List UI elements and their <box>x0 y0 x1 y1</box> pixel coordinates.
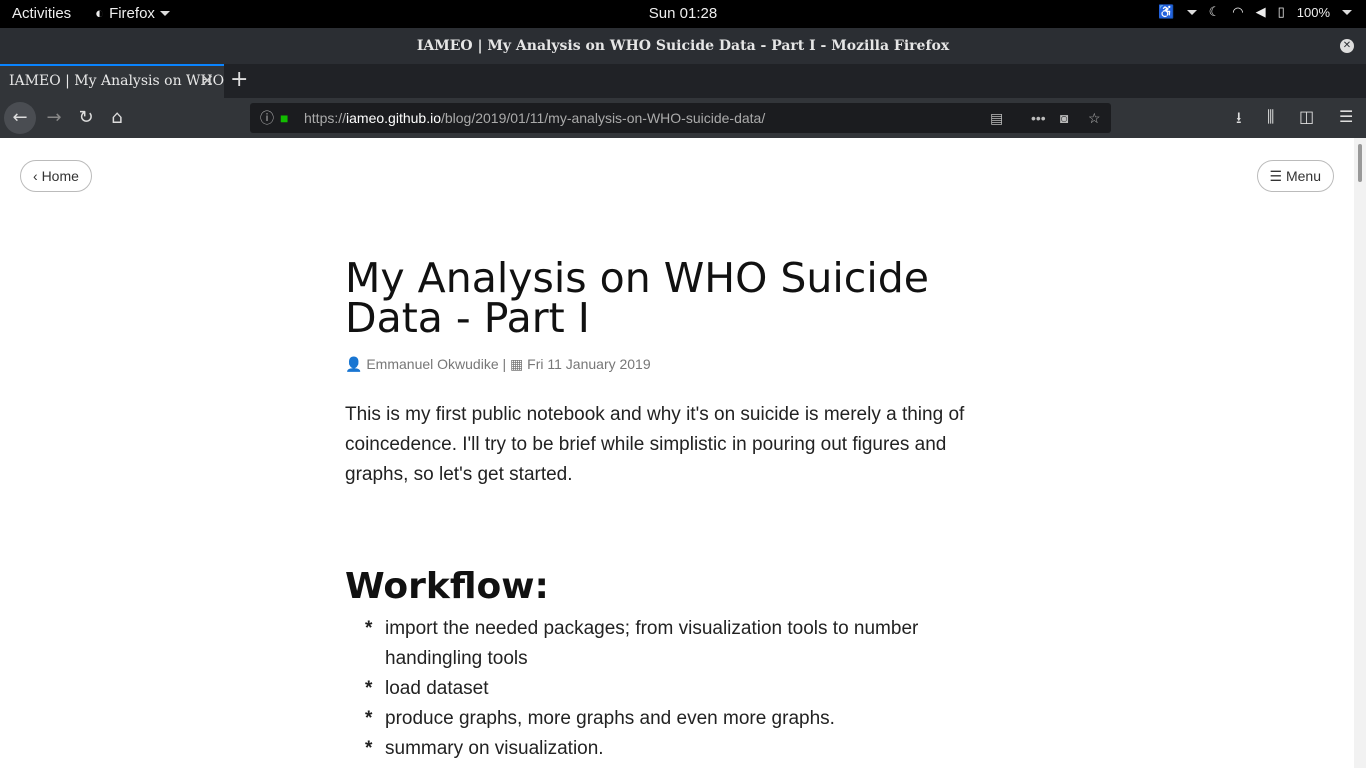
post-date: Fri 11 January 2019 <box>527 356 651 372</box>
page-title: My Analysis on WHO Suicide Data - Part I <box>345 254 929 342</box>
list-item: * load dataset <box>345 674 985 704</box>
back-button[interactable]: ← <box>4 102 36 134</box>
list-item-text: import the needed packages; from visuali… <box>385 618 919 669</box>
menu-icon: ☰ <box>1269 168 1283 184</box>
tab-label: IAMEO | My Analysis on WHO Suicide Data … <box>9 73 224 89</box>
wifi-icon: ◠ <box>1232 4 1244 19</box>
new-tab-button[interactable]: + <box>230 67 248 92</box>
list-item-text: load dataset <box>385 678 489 699</box>
volume-icon: ◀ <box>1255 4 1266 19</box>
night-light-icon: ☾ <box>1208 4 1221 19</box>
menu-label: Menu <box>1285 168 1321 184</box>
page-actions-icon[interactable]: ••• <box>1031 103 1046 133</box>
close-window-icon[interactable]: ✕ <box>1340 39 1354 53</box>
list-item: * produce graphs, more graphs and even mo… <box>345 704 985 734</box>
list-item: * import the needed packages; from visual… <box>345 614 985 674</box>
home-button[interactable]: ⌂ <box>103 104 131 132</box>
reader-view-icon[interactable]: ▤ <box>990 103 1003 133</box>
home-label: Home <box>41 168 79 184</box>
list-item-text: produce graphs, more graphs and even mor… <box>385 708 835 729</box>
tab-bar: IAMEO | My Analysis on WHO Suicide Data … <box>0 64 1366 98</box>
reload-button[interactable]: ↻ <box>72 104 100 132</box>
navigation-toolbar: ← → ↻ ⌂ ⓘ ■ https://iameo.github.io/blog… <box>0 98 1366 138</box>
menu-button[interactable]: ☰ Menu <box>1256 160 1334 192</box>
window-titlebar: IAMEO | My Analysis on WHO Suicide Data … <box>0 28 1366 64</box>
user-icon: 👤 <box>345 356 363 372</box>
bullet: * <box>365 618 373 639</box>
url-text[interactable]: https://iameo.github.io/blog/2019/01/11/… <box>304 103 765 133</box>
meta-divider: | <box>502 356 507 372</box>
list-item-text: summary on visualization. <box>385 738 604 759</box>
system-tray[interactable]: ♿ ☾ ◠ ◀ ▯ 100% <box>1158 4 1352 20</box>
forward-button[interactable]: → <box>40 104 68 132</box>
workflow-list: * import the needed packages; from visual… <box>345 614 985 764</box>
url-prefix: https:// <box>304 110 347 126</box>
tab-active[interactable]: IAMEO | My Analysis on WHO Suicide Data … <box>0 64 224 98</box>
bullet: * <box>365 708 373 729</box>
url-host: iameo.github.io <box>346 110 441 126</box>
sidebar-icon[interactable]: ◫ <box>1299 107 1314 126</box>
pocket-icon[interactable]: ◙ <box>1060 103 1068 133</box>
url-path: /blog/2019/01/11/my-analysis-on-WHO-suic… <box>440 110 766 126</box>
post-meta: 👤 Emmanuel Okwudike | ▦ Fri 11 January 2… <box>345 356 651 373</box>
page-scrollbar[interactable] <box>1354 138 1366 768</box>
calendar-icon: ▦ <box>510 356 524 372</box>
bookmark-star-icon[interactable]: ☆ <box>1088 103 1101 133</box>
page-content: ‹ Home ☰ Menu My Analysis on WHO Suicide… <box>0 138 1354 768</box>
system-top-bar: Activities ◐ Firefox Sun 01:28 ♿ ☾ ◠ ◀ ▯… <box>0 0 1366 28</box>
chevron-down-icon <box>1342 9 1352 15</box>
battery-level: 100% <box>1296 4 1330 20</box>
info-icon[interactable]: ⓘ <box>260 103 274 133</box>
close-tab-icon[interactable]: ✕ <box>201 66 214 96</box>
bullet: * <box>365 738 373 759</box>
accessibility-icon[interactable]: ♿ <box>1158 4 1174 20</box>
window-title: IAMEO | My Analysis on WHO Suicide Data … <box>416 38 950 54</box>
url-bar[interactable]: ⓘ ■ https://iameo.github.io/blog/2019/01… <box>250 103 1111 133</box>
hamburger-menu-icon[interactable]: ☰ <box>1339 107 1353 126</box>
clock[interactable]: Sun 01:28 <box>649 5 717 22</box>
home-button-pill[interactable]: ‹ Home <box>20 160 92 192</box>
scrollbar-thumb[interactable] <box>1358 144 1362 182</box>
author[interactable]: Emmanuel Okwudike <box>366 356 498 372</box>
section-heading: Workflow: <box>345 566 549 607</box>
battery-icon: ▯ <box>1277 4 1285 19</box>
intro-paragraph: This is my first public notebook and why… <box>345 404 965 485</box>
lock-icon[interactable]: ■ <box>280 103 288 133</box>
chevron-left-icon: ‹ <box>33 168 38 184</box>
downloads-icon[interactable]: ⭳ <box>1236 107 1242 134</box>
chevron-down-icon <box>1186 9 1197 15</box>
library-icon[interactable]: ⫼ <box>1267 107 1274 127</box>
bullet: * <box>365 678 373 699</box>
list-item: * summary on visualization. <box>345 734 985 764</box>
